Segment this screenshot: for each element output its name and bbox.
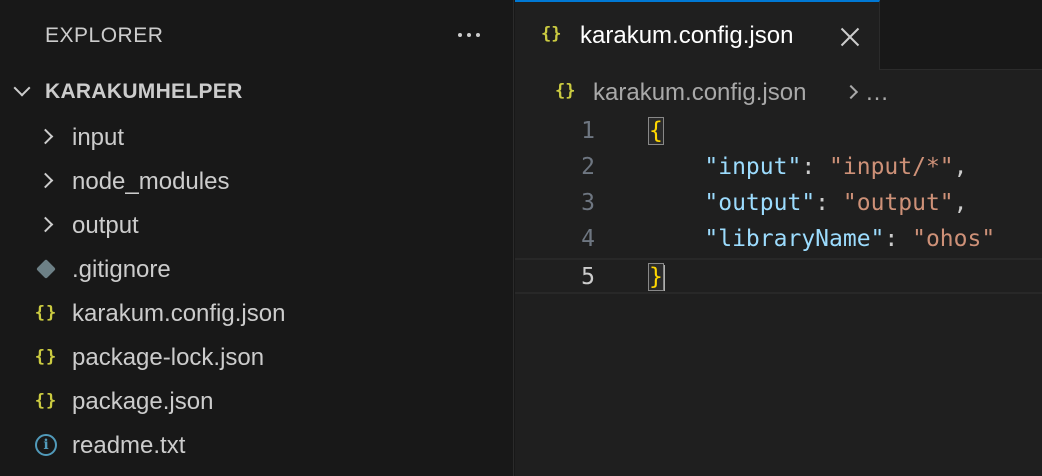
- root-folder-label: KARAKUMHELPER: [45, 80, 243, 103]
- tree-file-package-lock[interactable]: {} package-lock.json: [0, 335, 514, 379]
- close-brace: }: [648, 263, 664, 291]
- chevron-right-icon: [37, 172, 54, 189]
- code-line: 3 "output": "output",: [515, 186, 1042, 222]
- chevron-right-icon: [843, 84, 859, 100]
- tree-item-label: node_modules: [72, 168, 230, 195]
- code-line: 1 {: [515, 114, 1042, 150]
- tab-label: karakum.config.json: [580, 22, 794, 49]
- code-line-current: 5 }: [515, 258, 1042, 294]
- tab-bar: {} karakum.config.json: [515, 0, 1042, 70]
- json-value: "input/*": [829, 154, 954, 180]
- chevron-right-icon: [37, 128, 54, 145]
- json-key: "output": [704, 190, 816, 216]
- tree-item-label: output: [72, 212, 139, 239]
- tree-item-label: karakum.config.json: [72, 300, 286, 327]
- explorer-sidebar: EXPLORER KARAKUMHELPER input node_module…: [0, 0, 514, 476]
- json-icon: {}: [34, 391, 58, 411]
- json-colon: :: [884, 226, 913, 252]
- vscode-window: EXPLORER KARAKUMHELPER input node_module…: [0, 0, 1042, 476]
- line-number: 1: [581, 118, 595, 144]
- open-brace: {: [648, 117, 664, 145]
- json-icon: {}: [34, 303, 58, 323]
- tree-item-label: package-lock.json: [72, 344, 265, 371]
- tree-item-label: readme.txt: [72, 432, 186, 459]
- tree-folder-node-modules[interactable]: node_modules: [0, 159, 514, 203]
- code-line: 2 "input": "input/*",: [515, 150, 1042, 186]
- code-line: 4 "libraryName": "ohos": [515, 222, 1042, 258]
- chevron-right-icon: [37, 216, 54, 233]
- tree-file-package-json[interactable]: {} package.json: [0, 379, 514, 423]
- tree-folder-input[interactable]: input: [0, 115, 514, 159]
- tree-file-readme[interactable]: i readme.txt: [0, 423, 514, 467]
- git-icon: [33, 257, 59, 281]
- tree-item-label: package.json: [72, 388, 214, 415]
- info-icon: i: [33, 433, 59, 457]
- line-number: 2: [581, 154, 595, 180]
- json-comma: ,: [953, 154, 968, 180]
- breadcrumb-more[interactable]: …: [865, 79, 889, 107]
- json-value: "output": [842, 190, 954, 216]
- text-cursor: [662, 264, 665, 291]
- json-comma: ,: [953, 190, 968, 216]
- code-editor[interactable]: 1 { 2 "input": "input/*", 3 "output": "o…: [515, 114, 1042, 476]
- line-number: 5: [581, 264, 595, 290]
- editor-area: {} karakum.config.json {} karakum.config…: [515, 0, 1042, 476]
- json-icon: {}: [34, 347, 58, 367]
- tree-file-karakum-config[interactable]: {} karakum.config.json: [0, 291, 514, 335]
- tree-file-gitignore[interactable]: .gitignore: [0, 247, 514, 291]
- root-folder[interactable]: KARAKUMHELPER: [0, 74, 514, 110]
- tree-item-label: .gitignore: [72, 256, 171, 283]
- line-number: 4: [581, 226, 595, 252]
- breadcrumb: {} karakum.config.json …: [515, 72, 1042, 114]
- explorer-header: EXPLORER: [0, 0, 514, 70]
- explorer-title: EXPLORER: [45, 24, 164, 47]
- json-icon: {}: [555, 81, 576, 101]
- ellipsis-icon[interactable]: [452, 18, 486, 52]
- line-number: 3: [581, 190, 595, 216]
- json-key: "libraryName": [704, 226, 885, 252]
- json-colon: :: [815, 190, 843, 216]
- tab-karakum-config[interactable]: {} karakum.config.json: [515, 0, 880, 70]
- json-value: "ohos": [912, 226, 996, 252]
- tree-folder-output[interactable]: output: [0, 203, 514, 247]
- json-colon: :: [801, 154, 830, 180]
- close-icon[interactable]: [837, 24, 863, 50]
- tree-item-label: input: [72, 124, 125, 151]
- json-key: "input": [704, 154, 802, 180]
- breadcrumb-file[interactable]: karakum.config.json: [593, 79, 806, 107]
- json-icon: {}: [541, 24, 562, 44]
- chevron-down-icon: [13, 79, 31, 97]
